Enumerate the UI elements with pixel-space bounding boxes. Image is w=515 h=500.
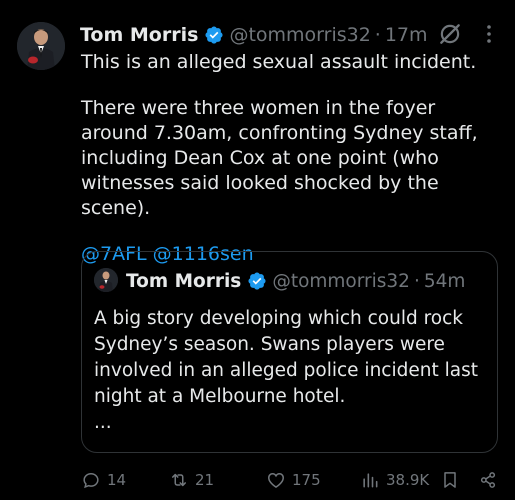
share-icon [480,472,496,488]
like-button[interactable]: 175 [266,466,321,494]
separator: · [413,270,420,292]
views-button[interactable]: 38.9K [360,466,429,494]
quoted-author-handle: @tommorris32 [272,270,410,292]
share-button[interactable] [478,466,504,494]
verified-badge-icon [248,272,266,290]
tweet-paragraph: There were three women in the foyer arou… [81,97,478,219]
tweet-text: This is an alleged sexual assault incide… [81,50,506,267]
more-options-icon[interactable] [480,22,498,46]
action-bar: 14 21 175 38.9K [81,466,501,494]
quoted-tweet-header: Tom Morris @tommorris32 · 54m [126,267,489,295]
quoted-timestamp: 54m [423,270,466,292]
tweet[interactable]: Tom Morris @tommorris32 · 17m This is an… [0,0,515,500]
reply-icon [83,472,99,489]
repost-icon [172,473,186,487]
quoted-tweet-body: A big story developing which could rock … [94,308,478,407]
views-count: 38.9K [386,471,430,489]
views-icon [363,473,378,488]
like-count: 175 [292,471,321,489]
repost-count: 21 [195,471,215,489]
quoted-tweet-text: A big story developing which could rock … [94,306,489,436]
separator: · [374,24,381,46]
bookmark-icon [444,472,456,488]
quoted-tweet[interactable]: Tom Morris @tommorris32 · 54m A big stor… [81,251,498,453]
quoted-author-name: Tom Morris [126,270,242,292]
author-name[interactable]: Tom Morris [80,24,198,46]
reply-button[interactable]: 14 [81,466,126,494]
verified-badge-icon[interactable] [204,25,224,45]
quoted-tweet-ellipsis: ... [94,412,112,433]
reply-count: 14 [107,471,127,489]
grok-icon[interactable] [437,21,463,47]
bookmark-button[interactable] [440,466,466,494]
author-handle[interactable]: @tommorris32 [229,24,370,46]
author-avatar[interactable] [17,22,65,70]
repost-button[interactable]: 21 [169,466,214,494]
quoted-author-avatar [94,268,118,292]
timestamp[interactable]: 17m [385,24,428,46]
avatar-image [17,22,65,70]
tweet-paragraph: This is an alleged sexual assault incide… [81,51,477,73]
heart-icon [268,472,284,488]
